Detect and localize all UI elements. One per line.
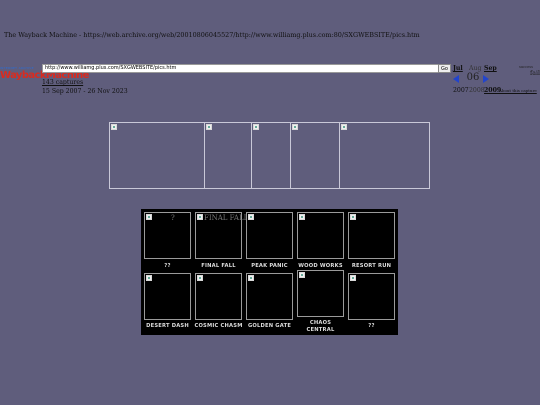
- tile-label: ??: [368, 323, 375, 329]
- broken-image-icon: [253, 124, 260, 130]
- broken-image-icon: [248, 275, 254, 281]
- strip-image: [252, 123, 291, 188]
- broken-image-icon: [248, 214, 254, 220]
- tile-label: RESORT RUN: [351, 263, 392, 269]
- capture-day: 06: [466, 72, 480, 83]
- month-current: Aug: [469, 65, 482, 72]
- image-strip: [109, 122, 430, 189]
- strip-image: [110, 123, 206, 188]
- level-thumbnail[interactable]: [297, 212, 344, 259]
- image-alt-text: FINAL FALL: [204, 214, 249, 222]
- month-prev-link[interactable]: Jul: [453, 65, 463, 72]
- year-current: 2008: [469, 87, 485, 94]
- broken-image-icon: [197, 275, 203, 281]
- capture-date-range: 15 Sep 2007 - 26 Nov 2023: [42, 88, 128, 95]
- next-capture-icon[interactable]: [483, 75, 489, 83]
- year-prev[interactable]: 2007: [453, 87, 469, 94]
- level-gallery: ? ?? FINAL FALL FINAL FALL PEAK PANIC WO…: [141, 209, 398, 335]
- level-thumbnail[interactable]: [195, 273, 242, 320]
- level-thumbnail[interactable]: [246, 212, 293, 259]
- level-thumbnail[interactable]: ?: [144, 212, 191, 259]
- image-alt-text: ?: [171, 214, 175, 222]
- captures-link[interactable]: 143 captures: [42, 79, 83, 86]
- broken-image-icon: [146, 275, 152, 281]
- strip-image: [291, 123, 340, 188]
- capture-status-success: success: [519, 65, 533, 69]
- level-thumbnail[interactable]: [348, 212, 395, 259]
- go-button[interactable]: Go: [438, 64, 451, 73]
- level-thumbnail[interactable]: [144, 273, 191, 320]
- broken-image-icon: [291, 124, 298, 130]
- about-capture-link[interactable]: About this capture: [499, 88, 537, 93]
- strip-image: [205, 123, 253, 188]
- level-thumbnail[interactable]: FINAL FALL: [195, 212, 248, 259]
- level-thumbnail[interactable]: [246, 273, 293, 320]
- broken-image-icon: [340, 124, 347, 130]
- wayback-logo[interactable]: INTERNET ARCHIVE WaybackMachine: [0, 66, 89, 84]
- broken-image-icon: [197, 214, 203, 220]
- broken-image-icon: [299, 272, 305, 278]
- broken-image-icon: [350, 275, 356, 281]
- strip-image: [340, 123, 429, 188]
- level-thumbnail[interactable]: [348, 273, 395, 320]
- month-next-link[interactable]: Sep: [484, 65, 497, 72]
- url-input[interactable]: http://www.williamg.plus.com/SXGWEBSITE/…: [42, 64, 441, 73]
- prev-capture-icon[interactable]: [453, 75, 459, 83]
- broken-image-icon: [299, 214, 305, 220]
- broken-image-icon: [146, 214, 152, 220]
- page-title: The Wayback Machine - https://web.archiv…: [4, 31, 420, 39]
- level-thumbnail[interactable]: [297, 270, 344, 317]
- broken-image-icon: [111, 124, 117, 130]
- broken-image-icon: [350, 214, 356, 220]
- broken-image-icon: [206, 124, 213, 130]
- capture-status-fail: fail: [530, 70, 540, 77]
